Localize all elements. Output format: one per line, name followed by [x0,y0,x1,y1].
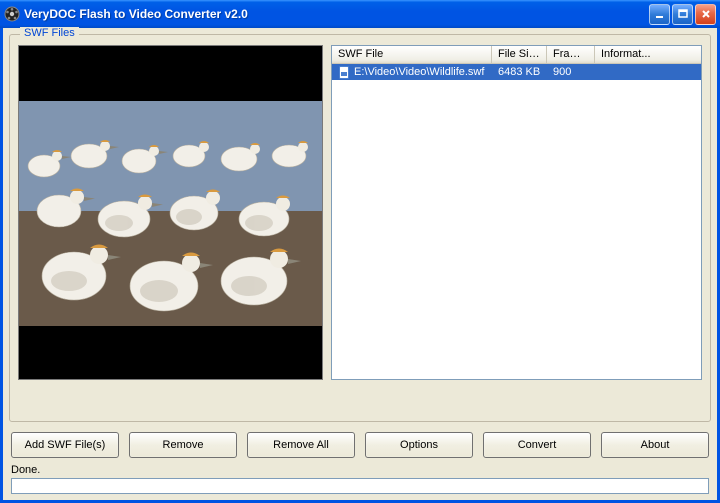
group-legend: SWF Files [20,27,79,39]
table-row[interactable]: E:\Video\Video\Wildlife.swf 6483 KB 900 [332,64,701,80]
app-icon [4,6,20,22]
about-button[interactable]: About [601,432,709,458]
window-title: VeryDOC Flash to Video Converter v2.0 [24,7,649,21]
cell-size: 6483 KB [492,65,547,79]
titlebar: VeryDOC Flash to Video Converter v2.0 [0,0,720,28]
column-information[interactable]: Informat... [595,46,701,63]
convert-button[interactable]: Convert [483,432,591,458]
column-file-size[interactable]: File Size [492,46,547,63]
remove-button[interactable]: Remove [129,432,237,458]
maximize-button[interactable] [672,4,693,25]
cell-file: E:\Video\Video\Wildlife.swf [354,66,484,78]
file-list[interactable]: SWF File File Size Frame ... Informat... [331,45,702,380]
swf-file-icon [338,66,351,79]
list-body: E:\Video\Video\Wildlife.swf 6483 KB 900 [332,64,701,379]
column-swf-file[interactable]: SWF File [332,46,492,63]
preview-pane [18,45,323,380]
button-row: Add SWF File(s) Remove Remove All Option… [9,422,711,462]
column-frame[interactable]: Frame ... [547,46,595,63]
swf-files-group: SWF Files [9,34,711,422]
close-button[interactable] [695,4,716,25]
cell-info [595,71,701,73]
minimize-button[interactable] [649,4,670,25]
cell-frame: 900 [547,65,595,79]
list-header: SWF File File Size Frame ... Informat... [332,46,701,64]
progress-bar [11,478,709,494]
client-area: SWF Files [0,28,720,503]
options-button[interactable]: Options [365,432,473,458]
add-swf-files-button[interactable]: Add SWF File(s) [11,432,119,458]
remove-all-button[interactable]: Remove All [247,432,355,458]
window-buttons [649,4,716,25]
status-text: Done. [9,462,711,476]
